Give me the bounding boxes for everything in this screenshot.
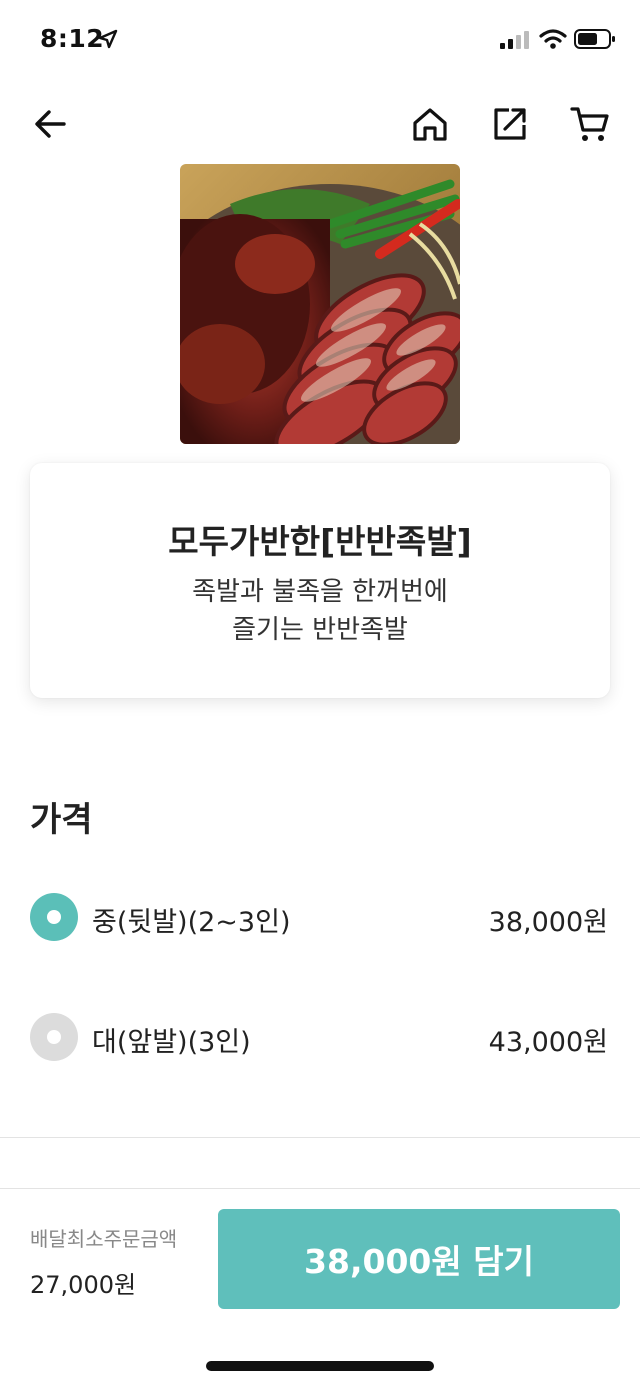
cart-button[interactable] bbox=[566, 100, 614, 148]
status-bar: 8:12 bbox=[0, 0, 640, 80]
menu-info-card: 모두가반한[반반족발] 족발과 불족을 한꺼번에 즐기는 반반족발 bbox=[30, 463, 610, 698]
add-to-cart-button[interactable]: 38,000원 담기 bbox=[218, 1209, 620, 1309]
radio-selected-icon[interactable] bbox=[30, 893, 78, 941]
price-option-medium[interactable]: 중(뒷발)(2~3인) 38,000원 bbox=[30, 892, 610, 942]
section-divider bbox=[0, 1137, 640, 1138]
home-indicator[interactable] bbox=[206, 1361, 434, 1371]
option-label: 중(뒷발)(2~3인) bbox=[92, 907, 291, 938]
menu-description: 족발과 불족을 한꺼번에 즐기는 반반족발 bbox=[30, 573, 610, 649]
menu-description-line-1: 족발과 불족을 한꺼번에 bbox=[192, 577, 448, 607]
radio-unselected-icon[interactable] bbox=[30, 1013, 78, 1061]
location-arrow-icon bbox=[98, 29, 118, 49]
share-icon bbox=[494, 108, 526, 140]
min-order-label: 배달최소주문금액 bbox=[30, 1227, 178, 1251]
menu-description-line-2: 즐기는 반반족발 bbox=[232, 615, 408, 645]
option-price: 43,000원 bbox=[488, 1027, 608, 1058]
price-option-large[interactable]: 대(앞발)(3인) 43,000원 bbox=[30, 1012, 610, 1062]
min-order-value: 27,000원 bbox=[30, 1271, 137, 1299]
back-arrow-icon bbox=[35, 110, 66, 138]
status-time: 8:12 bbox=[40, 24, 105, 53]
wifi-icon bbox=[539, 29, 567, 49]
battery-icon bbox=[574, 29, 615, 49]
bottom-order-bar: 배달최소주문금액 27,000원 38,000원 담기 bbox=[0, 1188, 640, 1387]
menu-title: 모두가반한[반반족발] bbox=[168, 522, 472, 561]
home-icon bbox=[413, 108, 447, 141]
cart-icon bbox=[570, 107, 609, 141]
share-button[interactable] bbox=[486, 100, 534, 148]
cellular-signal-icon bbox=[500, 31, 529, 49]
option-price: 38,000원 bbox=[488, 907, 608, 938]
back-button[interactable] bbox=[26, 100, 74, 148]
menu-food-image bbox=[180, 164, 460, 444]
option-label: 대(앞발)(3인) bbox=[92, 1027, 251, 1058]
home-button[interactable] bbox=[406, 100, 454, 148]
price-section-title: 가격 bbox=[30, 800, 93, 840]
